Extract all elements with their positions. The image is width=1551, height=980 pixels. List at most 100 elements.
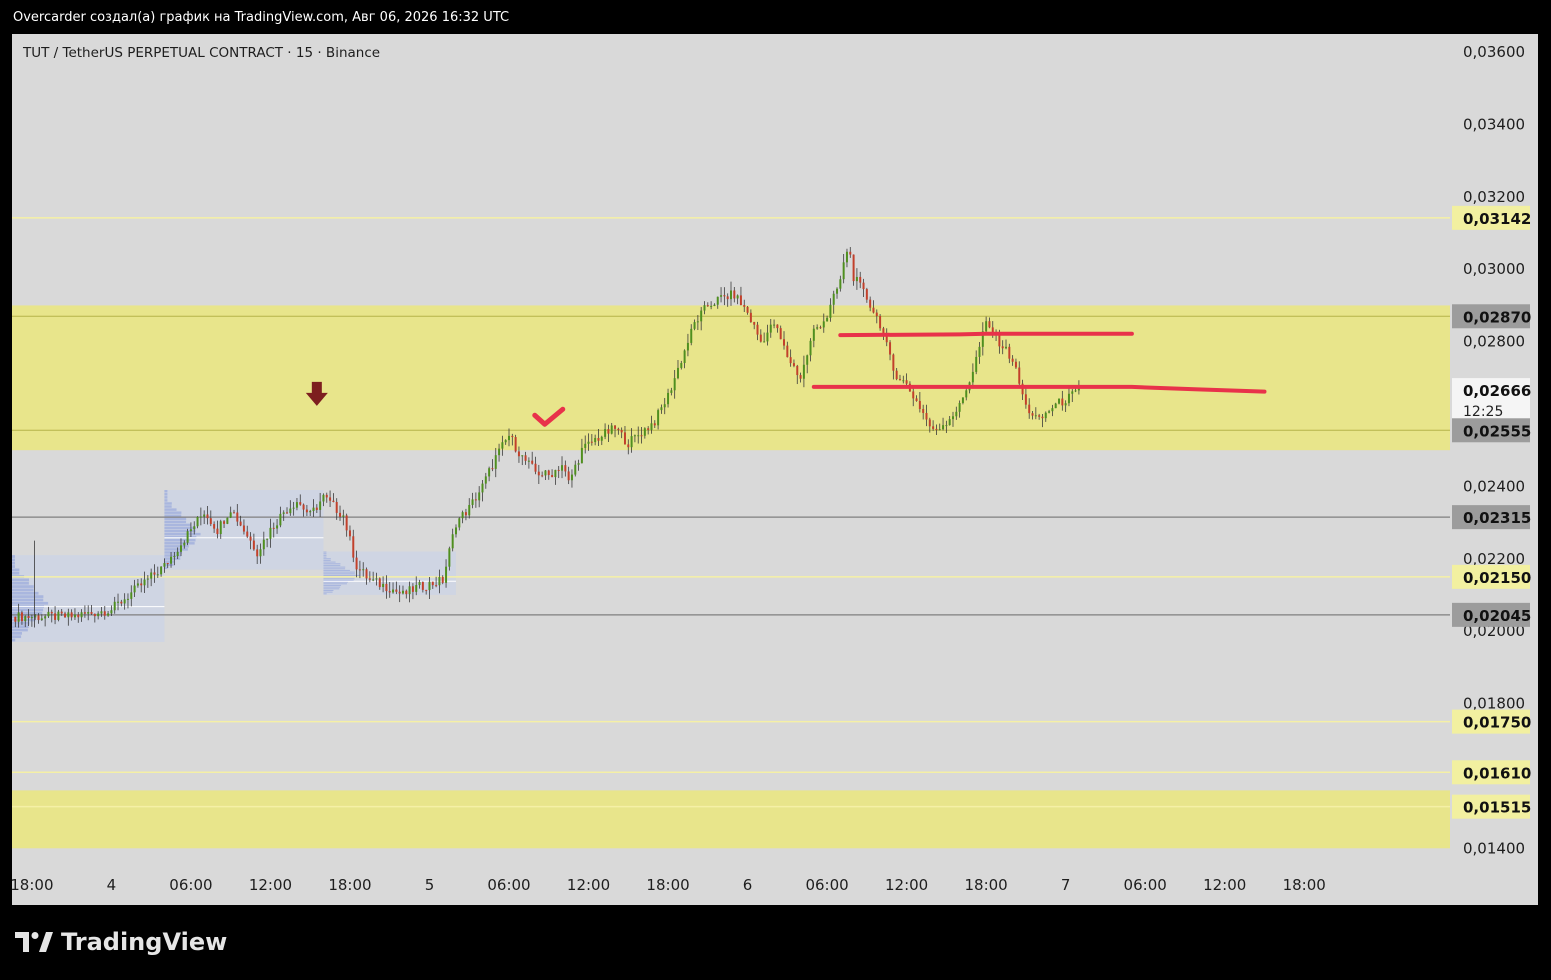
volume-profile-bar (12, 588, 34, 592)
candle-body (146, 578, 149, 580)
candle-body (663, 404, 666, 408)
candle-body (305, 509, 308, 513)
candle-body (657, 410, 660, 426)
volume-profile-bar (323, 556, 327, 558)
price-axis-tick-label: 0,03600 (1463, 43, 1525, 61)
candle-body (335, 501, 338, 513)
candle-body (789, 357, 792, 364)
candle-body (978, 346, 981, 357)
candle-body (196, 516, 199, 527)
candle-body (203, 514, 206, 517)
candle-body (425, 589, 428, 591)
candle-body (176, 551, 179, 557)
time-axis-tick-label: 06:00 (805, 876, 848, 894)
candle-body (726, 296, 729, 300)
candle-body (438, 576, 441, 586)
symbol-title[interactable]: TUT / TetherUS PERPETUAL CONTRACT · 15 ·… (23, 45, 380, 61)
candle-body (703, 305, 706, 311)
candle-body (942, 425, 945, 430)
candle-body (398, 591, 401, 594)
candle-body (123, 599, 126, 604)
candle-body (83, 612, 86, 614)
candle-body (435, 585, 438, 587)
candle-body (256, 549, 259, 557)
candle-body (242, 525, 245, 532)
candle-body (14, 616, 17, 622)
candle-body (117, 601, 120, 603)
candle-body (600, 436, 603, 441)
volume-profile-bar (323, 566, 346, 568)
candle-body (481, 483, 484, 493)
candle-body (216, 528, 219, 535)
candle-body (1051, 408, 1054, 412)
candle-body (375, 578, 378, 580)
candle-body (136, 583, 139, 586)
candle-body (617, 428, 620, 431)
candle-body (511, 435, 514, 438)
candle-body (378, 578, 381, 588)
candle-body (286, 512, 289, 514)
price-axis-tick-label: 0,03000 (1463, 260, 1525, 278)
candle-body (40, 618, 43, 621)
candle-body (859, 276, 862, 283)
volume-profile-bar (164, 551, 183, 554)
candle-body (385, 583, 388, 592)
candle-body (219, 521, 222, 535)
candle-body (87, 612, 90, 614)
volume-profile-bar (164, 499, 168, 502)
candle-body (806, 355, 809, 365)
volume-profile-bar (323, 559, 331, 561)
candle-body (753, 322, 756, 325)
volume-profile-bar (12, 565, 15, 568)
volume-profile-bar (164, 508, 177, 511)
candle-body (110, 610, 113, 614)
candle-body (620, 430, 623, 433)
candle-body (1028, 404, 1031, 414)
candle-body (988, 321, 991, 328)
candle-body (875, 312, 878, 317)
candle-body (928, 419, 931, 427)
candle-body (799, 375, 802, 379)
candle-body (408, 586, 411, 595)
candle-body (922, 408, 925, 413)
candle-body (332, 500, 335, 502)
volume-profile-bar (12, 555, 15, 558)
price-axis-tick-label: 0,01400 (1463, 839, 1525, 857)
candle-body (551, 475, 554, 478)
candle-body (680, 363, 683, 368)
candle-body (358, 569, 361, 571)
candle-body (544, 470, 547, 476)
volume-profile-bar (164, 511, 182, 514)
candle-body (683, 350, 686, 364)
candle-body (67, 612, 70, 618)
candle-body (342, 515, 345, 517)
candle-body (1034, 415, 1037, 417)
candle-body (226, 517, 229, 524)
candle-body (792, 363, 795, 366)
candle-body (229, 512, 232, 518)
time-axis-tick-label: 18:00 (646, 876, 689, 894)
tradingview-logo[interactable]: TradingView (15, 928, 227, 956)
price-chart[interactable]: 0,03600 0,03400 0,03200 0,03000 0,02800 0,024… (12, 34, 1538, 905)
candle-body (1067, 393, 1070, 404)
candle-body (567, 471, 570, 481)
candle-body (355, 557, 358, 570)
candle-body (743, 305, 746, 307)
time-axis-tick-label: 4 (107, 876, 117, 894)
candle-body (918, 400, 921, 409)
time-axis-tick-label: 18:00 (965, 876, 1008, 894)
volume-profile-bar (12, 621, 30, 625)
candle-body (54, 613, 57, 620)
candle-body (948, 419, 951, 426)
candle-body (295, 502, 298, 508)
chart-panel[interactable]: 0,03600 0,03400 0,03200 0,03000 0,02800 0,024… (12, 34, 1538, 905)
candle-body (905, 380, 908, 384)
candle-body (706, 305, 709, 307)
candle-body (319, 501, 322, 510)
candle-body (166, 563, 169, 565)
price-label-value: 0,02150 (1463, 569, 1531, 587)
candle-body (153, 572, 156, 575)
candle-body (693, 322, 696, 329)
candle-body (759, 334, 762, 342)
candle-body (428, 581, 431, 591)
